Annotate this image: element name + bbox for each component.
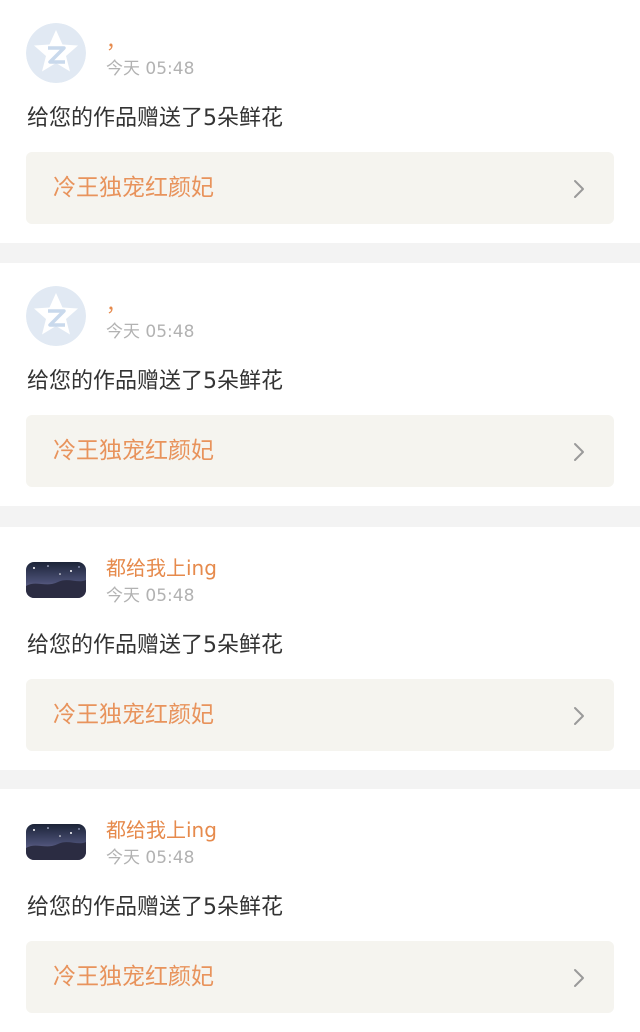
work-link[interactable]: 冷王独宠红颜妃 xyxy=(26,152,614,224)
work-title: 冷王独宠红颜妃 xyxy=(53,438,214,464)
avatar[interactable] xyxy=(26,824,86,860)
chevron-right-icon xyxy=(574,443,584,461)
timestamp: 今天 05:48 xyxy=(106,322,195,342)
timestamp: 今天 05:48 xyxy=(106,59,195,79)
work-link[interactable]: 冷王独宠红颜妃 xyxy=(26,941,614,1013)
sender-name[interactable]: ， xyxy=(106,29,126,53)
notification-card: ， 今天 05:48 给您的作品赠送了5朵鲜花 冷王独宠红颜妃 xyxy=(0,263,640,506)
chevron-right-icon xyxy=(574,707,584,725)
sender-name[interactable]: 都给我上ing xyxy=(106,556,217,580)
work-link[interactable]: 冷王独宠红颜妃 xyxy=(26,415,614,487)
chevron-right-icon xyxy=(574,969,584,987)
sender-name[interactable]: 都给我上ing xyxy=(106,818,217,842)
gift-message: 给您的作品赠送了5朵鲜花 xyxy=(27,895,283,920)
default-avatar-icon xyxy=(26,23,86,83)
timestamp: 今天 05:48 xyxy=(106,848,195,868)
notification-card: 都给我上ing 今天 05:48 给您的作品赠送了5朵鲜花 冷王独宠红颜妃 xyxy=(0,527,640,770)
work-title: 冷王独宠红颜妃 xyxy=(53,964,214,990)
sender-name[interactable]: ， xyxy=(106,292,126,316)
gift-message: 给您的作品赠送了5朵鲜花 xyxy=(27,106,283,131)
work-link[interactable]: 冷王独宠红颜妃 xyxy=(26,679,614,751)
avatar[interactable] xyxy=(26,23,86,83)
avatar[interactable] xyxy=(26,562,86,598)
gift-message: 给您的作品赠送了5朵鲜花 xyxy=(27,369,283,394)
gift-notification-feed: ， 今天 05:48 给您的作品赠送了5朵鲜花 冷王独宠红颜妃 ， 今天 05:… xyxy=(0,0,640,1032)
default-avatar-icon xyxy=(26,286,86,346)
avatar[interactable] xyxy=(26,286,86,346)
chevron-right-icon xyxy=(574,180,584,198)
timestamp: 今天 05:48 xyxy=(106,586,195,606)
work-title: 冷王独宠红颜妃 xyxy=(53,702,214,728)
notification-card: 都给我上ing 今天 05:48 给您的作品赠送了5朵鲜花 冷王独宠红颜妃 xyxy=(0,789,640,1032)
notification-card: ， 今天 05:48 给您的作品赠送了5朵鲜花 冷王独宠红颜妃 xyxy=(0,0,640,243)
photo-avatar-image xyxy=(26,824,86,860)
photo-avatar-image xyxy=(26,562,86,598)
gift-message: 给您的作品赠送了5朵鲜花 xyxy=(27,633,283,658)
work-title: 冷王独宠红颜妃 xyxy=(53,175,214,201)
